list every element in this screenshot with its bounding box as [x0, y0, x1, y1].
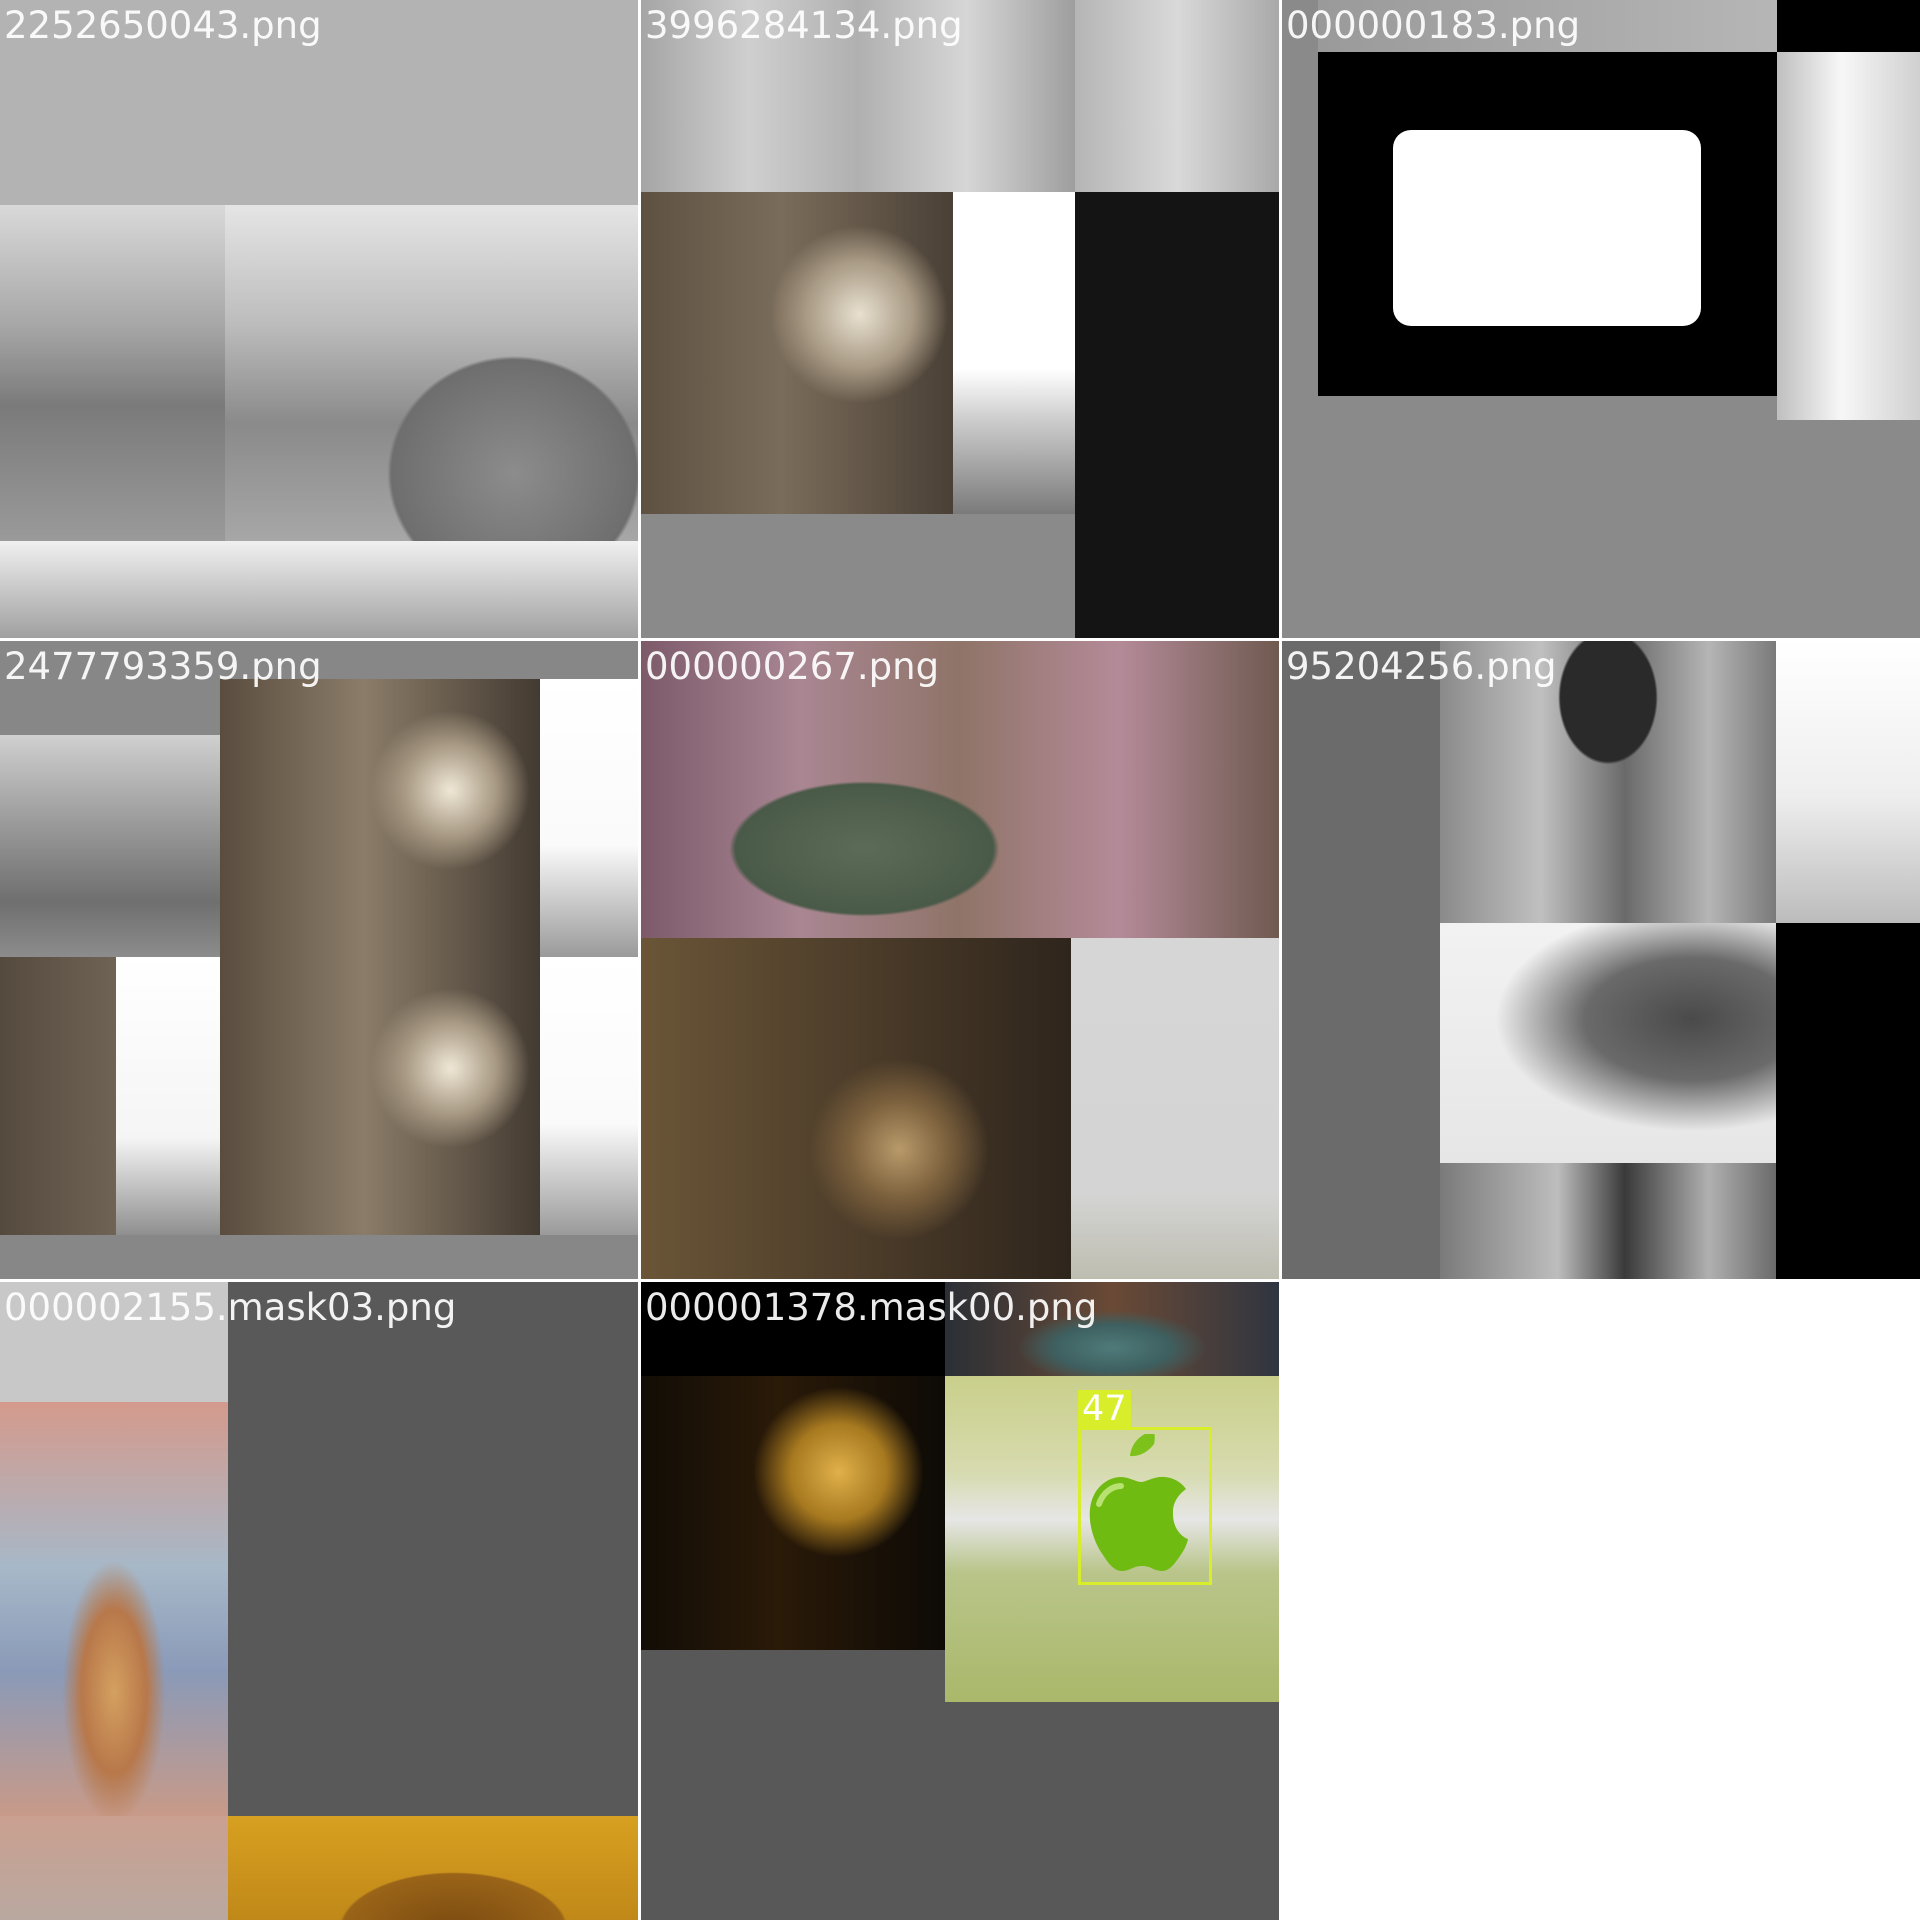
black-mask	[1776, 923, 1920, 1279]
black-mask	[1075, 192, 1279, 638]
tile-filename: 000001378.mask00.png	[645, 1286, 1098, 1329]
gradient-panel	[1777, 52, 1920, 420]
image-palm-frond-gray	[1440, 923, 1776, 1163]
gray-fill	[1282, 641, 1440, 1279]
gradient-panel	[1776, 641, 1920, 923]
image-backlit-profile-warm	[641, 938, 1071, 1279]
empty-slot	[1282, 1282, 1920, 1920]
mosaic-tile-0[interactable]: 2252650043.png	[0, 0, 638, 638]
tile-filename: 000000267.png	[645, 645, 940, 688]
image-backlit-profile-orange	[228, 1816, 638, 1920]
mosaic-tile-5[interactable]: 95204256.png	[1282, 641, 1920, 1279]
mask-white-rectangle	[1393, 130, 1701, 326]
image-stream-rocks-gray	[225, 205, 638, 541]
detection-bounding-box	[1078, 1427, 1212, 1585]
gray-fill	[641, 514, 1075, 638]
tile-filename: 2252650043.png	[4, 4, 322, 47]
gray-fill	[1282, 0, 1318, 638]
mosaic-tile-7[interactable]: 47 000001378.mask00.png	[641, 1282, 1279, 1920]
image-stream-rocks-gray	[0, 735, 220, 957]
mosaic-tile-3[interactable]: 2477793359.png	[0, 641, 638, 1279]
tile-filename: 000002155.mask03.png	[4, 1286, 457, 1329]
image-backlit-profile	[641, 192, 953, 514]
image-forest-floor-gray	[0, 541, 638, 638]
black-band	[1777, 0, 1920, 52]
mosaic-tile-1[interactable]: 3996284134.png	[641, 0, 1279, 638]
gray-fill	[641, 1650, 945, 1920]
image-backlit-profile	[220, 957, 540, 1235]
image-stream-rocks-gray	[0, 205, 225, 541]
image-window-light	[540, 679, 638, 957]
tile-filename: 3996284134.png	[645, 4, 963, 47]
tile-filename: 95204256.png	[1286, 645, 1557, 688]
image-backlit-profile	[0, 957, 116, 1235]
image-stream-rocks-psychedelic	[0, 1816, 228, 1920]
tile-filename: 2477793359.png	[4, 645, 322, 688]
image-backlit-profile-gold	[641, 1376, 945, 1650]
image-woman-hat-gray	[1075, 0, 1279, 192]
image-backlit-profile	[220, 679, 540, 957]
detection-label: 47	[1078, 1390, 1131, 1428]
image-two-men-gray	[1440, 1163, 1776, 1279]
image-stream-rocks-psychedelic	[0, 1402, 228, 1816]
mosaic-tile-4[interactable]: 000000267.png	[641, 641, 1279, 1279]
mosaic-tile-2[interactable]: 000000183.png	[1282, 0, 1920, 638]
image-window-light	[953, 192, 1075, 514]
tile-filename: 000000183.png	[1286, 4, 1581, 47]
mosaic-tile-6[interactable]: 000002155.mask03.png	[0, 1282, 638, 1920]
image-window-light	[540, 957, 638, 1235]
image-window-light	[1071, 938, 1279, 1279]
image-window-light	[116, 957, 220, 1235]
